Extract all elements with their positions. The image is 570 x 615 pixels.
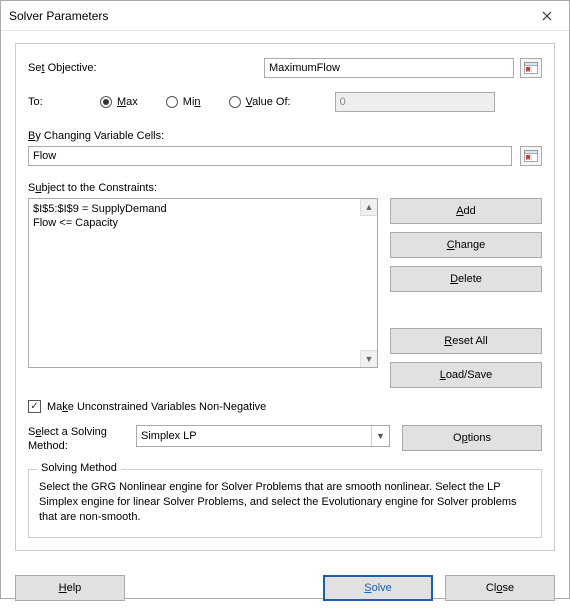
solving-method-value: Simplex LP: [141, 430, 197, 442]
objective-input[interactable]: [264, 58, 514, 78]
close-button[interactable]: Close: [445, 575, 555, 601]
changing-cells-label: By Changing Variable Cells:: [28, 130, 542, 142]
titlebar: Solver Parameters: [1, 1, 569, 31]
constraint-item[interactable]: $I$5:$I$9 = SupplyDemand: [33, 202, 373, 216]
radio-valueof-circle: [229, 96, 241, 108]
scroll-up-icon[interactable]: ▲: [360, 199, 377, 216]
solving-method-text: Select the GRG Nonlinear engine for Solv…: [39, 480, 531, 525]
solving-method-box: Solving Method Select the GRG Nonlinear …: [28, 469, 542, 538]
select-method-label: Select a Solving Method:: [28, 425, 124, 453]
objective-refedit-button[interactable]: [520, 58, 542, 78]
nonneg-label: Make Unconstrained Variables Non-Negativ…: [47, 401, 266, 413]
radio-max-circle: [100, 96, 112, 108]
nonneg-checkbox[interactable]: ✓: [28, 400, 41, 413]
delete-button[interactable]: Delete: [390, 266, 542, 292]
constraints-listbox[interactable]: $I$5:$I$9 = SupplyDemand Flow <= Capacit…: [28, 198, 378, 368]
reset-all-button[interactable]: Reset All: [390, 328, 542, 354]
solving-method-select[interactable]: Simplex LP ▼: [136, 425, 390, 447]
changing-cells-input[interactable]: [28, 146, 512, 166]
radio-min-circle: [166, 96, 178, 108]
options-button[interactable]: Options: [402, 425, 542, 451]
radio-max[interactable]: Max: [100, 96, 138, 108]
footer: Help Solve Close: [1, 563, 569, 615]
add-button[interactable]: Add: [390, 198, 542, 224]
window-title: Solver Parameters: [9, 9, 524, 23]
solving-method-header: Solving Method: [37, 462, 121, 474]
close-icon[interactable]: [524, 1, 569, 31]
constraint-item[interactable]: Flow <= Capacity: [33, 216, 373, 230]
radio-value-of[interactable]: Value Of:: [229, 96, 291, 108]
changing-refedit-button[interactable]: [520, 146, 542, 166]
value-of-input[interactable]: [335, 92, 495, 112]
solver-dialog: Solver Parameters Set Objective:: [0, 0, 570, 599]
change-button[interactable]: Change: [390, 232, 542, 258]
help-button[interactable]: Help: [15, 575, 125, 601]
to-label: To:: [28, 96, 46, 108]
radio-min[interactable]: Min: [166, 96, 201, 108]
solve-button[interactable]: Solve: [323, 575, 433, 601]
chevron-down-icon: ▼: [371, 426, 389, 446]
load-save-button[interactable]: Load/Save: [390, 362, 542, 388]
main-panel: Set Objective: To:: [15, 43, 555, 551]
scroll-down-icon[interactable]: ▼: [360, 350, 377, 367]
constraints-label: Subject to the Constraints:: [28, 182, 542, 194]
set-objective-label: Set Objective:: [28, 62, 264, 74]
